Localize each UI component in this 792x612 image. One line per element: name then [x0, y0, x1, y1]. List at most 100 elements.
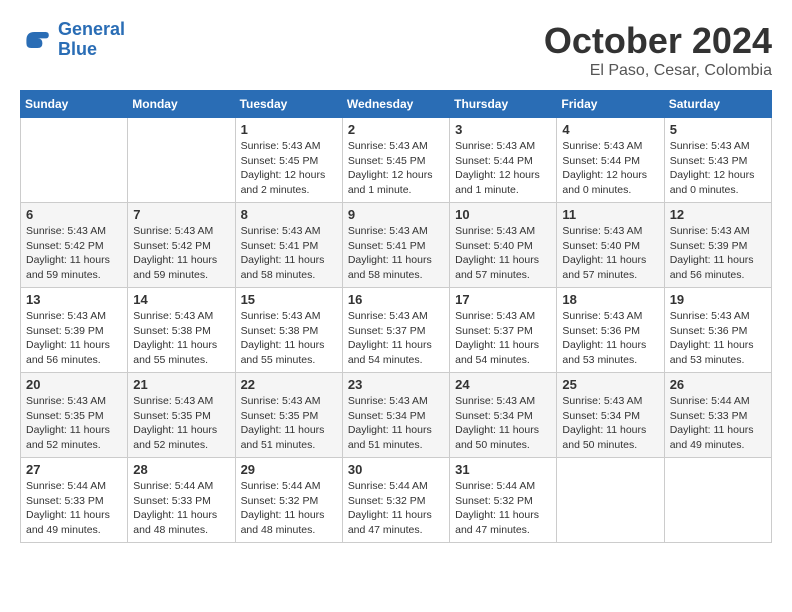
- calendar-cell: 11 Sunrise: 5:43 AM Sunset: 5:40 PM Dayli…: [557, 203, 664, 288]
- day-number: 8: [241, 207, 337, 222]
- day-info: Sunrise: 5:43 AM Sunset: 5:34 PM Dayligh…: [348, 394, 444, 453]
- day-number: 21: [133, 377, 229, 392]
- day-info: Sunrise: 5:43 AM Sunset: 5:35 PM Dayligh…: [26, 394, 122, 453]
- day-number: 5: [670, 122, 766, 137]
- logo-text: General Blue: [58, 20, 125, 60]
- day-info: Sunrise: 5:43 AM Sunset: 5:45 PM Dayligh…: [241, 139, 337, 198]
- day-number: 22: [241, 377, 337, 392]
- day-info: Sunrise: 5:44 AM Sunset: 5:33 PM Dayligh…: [26, 479, 122, 538]
- calendar-cell: [21, 118, 128, 203]
- day-number: 11: [562, 207, 658, 222]
- day-info: Sunrise: 5:43 AM Sunset: 5:34 PM Dayligh…: [455, 394, 551, 453]
- day-number: 20: [26, 377, 122, 392]
- calendar-cell: 23Sunrise: 5:43 AM Sunset: 5:34 PM Dayli…: [342, 373, 449, 458]
- calendar-cell: 20 Sunrise: 5:43 AM Sunset: 5:35 PM Dayli…: [21, 373, 128, 458]
- calendar-cell: 8 Sunrise: 5:43 AM Sunset: 5:41 PM Daylig…: [235, 203, 342, 288]
- day-info: Sunrise: 5:44 AM Sunset: 5:33 PM Dayligh…: [133, 479, 229, 538]
- weekday-header-tuesday: Tuesday: [235, 91, 342, 118]
- calendar-cell: 3 Sunrise: 5:43 AM Sunset: 5:44 PM Daylig…: [450, 118, 557, 203]
- calendar-cell: 6 Sunrise: 5:43 AM Sunset: 5:42 PM Daylig…: [21, 203, 128, 288]
- day-info: Sunrise: 5:43 AM Sunset: 5:39 PM Dayligh…: [670, 224, 766, 283]
- day-info: Sunrise: 5:43 AM Sunset: 5:40 PM Dayligh…: [562, 224, 658, 283]
- calendar-cell: 19 Sunrise: 5:43 AM Sunset: 5:36 PM Dayli…: [664, 288, 771, 373]
- day-info: Sunrise: 5:44 AM Sunset: 5:32 PM Dayligh…: [348, 479, 444, 538]
- day-number: 12: [670, 207, 766, 222]
- day-info: Sunrise: 5:44 AM Sunset: 5:33 PM Dayligh…: [670, 394, 766, 453]
- calendar-cell: 2 Sunrise: 5:43 AM Sunset: 5:45 PM Daylig…: [342, 118, 449, 203]
- day-number: 2: [348, 122, 444, 137]
- calendar-cell: [664, 458, 771, 543]
- day-info: Sunrise: 5:43 AM Sunset: 5:45 PM Dayligh…: [348, 139, 444, 198]
- calendar-week-row: 20 Sunrise: 5:43 AM Sunset: 5:35 PM Dayli…: [21, 373, 772, 458]
- day-info: Sunrise: 5:43 AM Sunset: 5:37 PM Dayligh…: [348, 309, 444, 368]
- weekday-header-friday: Friday: [557, 91, 664, 118]
- day-number: 31: [455, 462, 551, 477]
- calendar-cell: [557, 458, 664, 543]
- day-number: 30: [348, 462, 444, 477]
- calendar-cell: 12 Sunrise: 5:43 AM Sunset: 5:39 PM Dayli…: [664, 203, 771, 288]
- day-number: 29: [241, 462, 337, 477]
- day-info: Sunrise: 5:44 AM Sunset: 5:32 PM Dayligh…: [455, 479, 551, 538]
- day-info: Sunrise: 5:43 AM Sunset: 5:38 PM Dayligh…: [133, 309, 229, 368]
- page-header: General Blue October 2024 El Paso, Cesar…: [20, 20, 772, 80]
- day-number: 26: [670, 377, 766, 392]
- day-number: 1: [241, 122, 337, 137]
- calendar-cell: 15 Sunrise: 5:43 AM Sunset: 5:38 PM Dayli…: [235, 288, 342, 373]
- day-number: 10: [455, 207, 551, 222]
- day-number: 15: [241, 292, 337, 307]
- calendar-cell: 29 Sunrise: 5:44 AM Sunset: 5:32 PM Dayli…: [235, 458, 342, 543]
- day-info: Sunrise: 5:43 AM Sunset: 5:40 PM Dayligh…: [455, 224, 551, 283]
- month-title: October 2024: [544, 20, 772, 62]
- title-section: October 2024 El Paso, Cesar, Colombia: [544, 20, 772, 80]
- calendar-week-row: 27Sunrise: 5:44 AM Sunset: 5:33 PM Dayli…: [21, 458, 772, 543]
- calendar-cell: 18Sunrise: 5:43 AM Sunset: 5:36 PM Dayli…: [557, 288, 664, 373]
- calendar-table: SundayMondayTuesdayWednesdayThursdayFrid…: [20, 90, 772, 543]
- calendar-cell: 10 Sunrise: 5:43 AM Sunset: 5:40 PM Dayli…: [450, 203, 557, 288]
- day-number: 17: [455, 292, 551, 307]
- calendar-cell: [128, 118, 235, 203]
- calendar-cell: 25Sunrise: 5:43 AM Sunset: 5:34 PM Dayli…: [557, 373, 664, 458]
- day-number: 24: [455, 377, 551, 392]
- day-info: Sunrise: 5:43 AM Sunset: 5:38 PM Dayligh…: [241, 309, 337, 368]
- calendar-cell: 24 Sunrise: 5:43 AM Sunset: 5:34 PM Dayli…: [450, 373, 557, 458]
- weekday-header-sunday: Sunday: [21, 91, 128, 118]
- day-info: Sunrise: 5:43 AM Sunset: 5:34 PM Dayligh…: [562, 394, 658, 453]
- weekday-header-thursday: Thursday: [450, 91, 557, 118]
- day-number: 14: [133, 292, 229, 307]
- day-info: Sunrise: 5:44 AM Sunset: 5:32 PM Dayligh…: [241, 479, 337, 538]
- calendar-cell: 13Sunrise: 5:43 AM Sunset: 5:39 PM Dayli…: [21, 288, 128, 373]
- logo: General Blue: [20, 20, 125, 60]
- calendar-cell: 22 Sunrise: 5:43 AM Sunset: 5:35 PM Dayli…: [235, 373, 342, 458]
- day-info: Sunrise: 5:43 AM Sunset: 5:35 PM Dayligh…: [133, 394, 229, 453]
- day-number: 13: [26, 292, 122, 307]
- calendar-cell: 27Sunrise: 5:44 AM Sunset: 5:33 PM Dayli…: [21, 458, 128, 543]
- day-number: 6: [26, 207, 122, 222]
- calendar-week-row: 13Sunrise: 5:43 AM Sunset: 5:39 PM Dayli…: [21, 288, 772, 373]
- day-info: Sunrise: 5:43 AM Sunset: 5:42 PM Dayligh…: [26, 224, 122, 283]
- calendar-cell: 7 Sunrise: 5:43 AM Sunset: 5:42 PM Daylig…: [128, 203, 235, 288]
- day-info: Sunrise: 5:43 AM Sunset: 5:35 PM Dayligh…: [241, 394, 337, 453]
- calendar-cell: 30 Sunrise: 5:44 AM Sunset: 5:32 PM Dayli…: [342, 458, 449, 543]
- day-info: Sunrise: 5:43 AM Sunset: 5:36 PM Dayligh…: [670, 309, 766, 368]
- calendar-week-row: 1 Sunrise: 5:43 AM Sunset: 5:45 PM Daylig…: [21, 118, 772, 203]
- day-info: Sunrise: 5:43 AM Sunset: 5:41 PM Dayligh…: [241, 224, 337, 283]
- calendar-week-row: 6 Sunrise: 5:43 AM Sunset: 5:42 PM Daylig…: [21, 203, 772, 288]
- day-number: 7: [133, 207, 229, 222]
- calendar-cell: 1 Sunrise: 5:43 AM Sunset: 5:45 PM Daylig…: [235, 118, 342, 203]
- calendar-cell: 17 Sunrise: 5:43 AM Sunset: 5:37 PM Dayli…: [450, 288, 557, 373]
- day-number: 9: [348, 207, 444, 222]
- calendar-cell: 31 Sunrise: 5:44 AM Sunset: 5:32 PM Dayli…: [450, 458, 557, 543]
- calendar-cell: 5 Sunrise: 5:43 AM Sunset: 5:43 PM Daylig…: [664, 118, 771, 203]
- day-info: Sunrise: 5:43 AM Sunset: 5:37 PM Dayligh…: [455, 309, 551, 368]
- calendar-cell: 26 Sunrise: 5:44 AM Sunset: 5:33 PM Dayli…: [664, 373, 771, 458]
- day-info: Sunrise: 5:43 AM Sunset: 5:44 PM Dayligh…: [455, 139, 551, 198]
- day-number: 3: [455, 122, 551, 137]
- day-info: Sunrise: 5:43 AM Sunset: 5:43 PM Dayligh…: [670, 139, 766, 198]
- day-info: Sunrise: 5:43 AM Sunset: 5:42 PM Dayligh…: [133, 224, 229, 283]
- day-number: 19: [670, 292, 766, 307]
- weekday-header-wednesday: Wednesday: [342, 91, 449, 118]
- calendar-cell: 14 Sunrise: 5:43 AM Sunset: 5:38 PM Dayli…: [128, 288, 235, 373]
- calendar-cell: 9Sunrise: 5:43 AM Sunset: 5:41 PM Daylig…: [342, 203, 449, 288]
- calendar-cell: 21 Sunrise: 5:43 AM Sunset: 5:35 PM Dayli…: [128, 373, 235, 458]
- weekday-header-saturday: Saturday: [664, 91, 771, 118]
